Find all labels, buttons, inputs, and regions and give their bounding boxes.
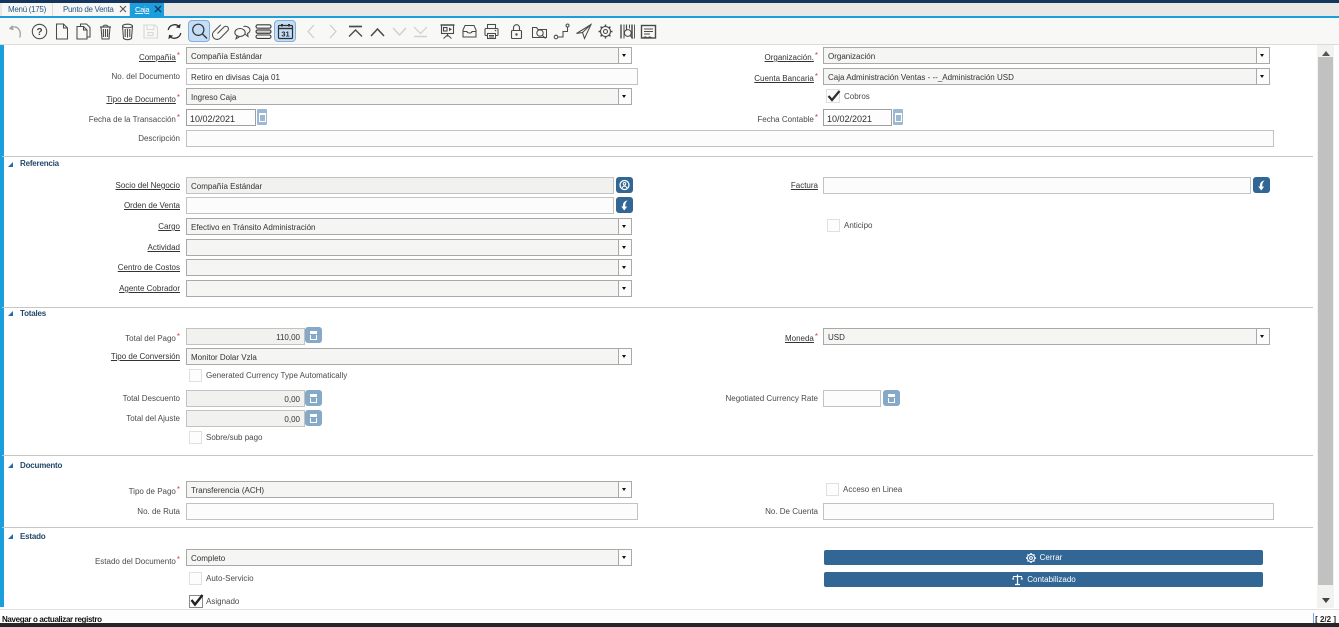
svg-text:31: 31 — [281, 30, 289, 39]
svg-text:?: ? — [36, 27, 42, 38]
